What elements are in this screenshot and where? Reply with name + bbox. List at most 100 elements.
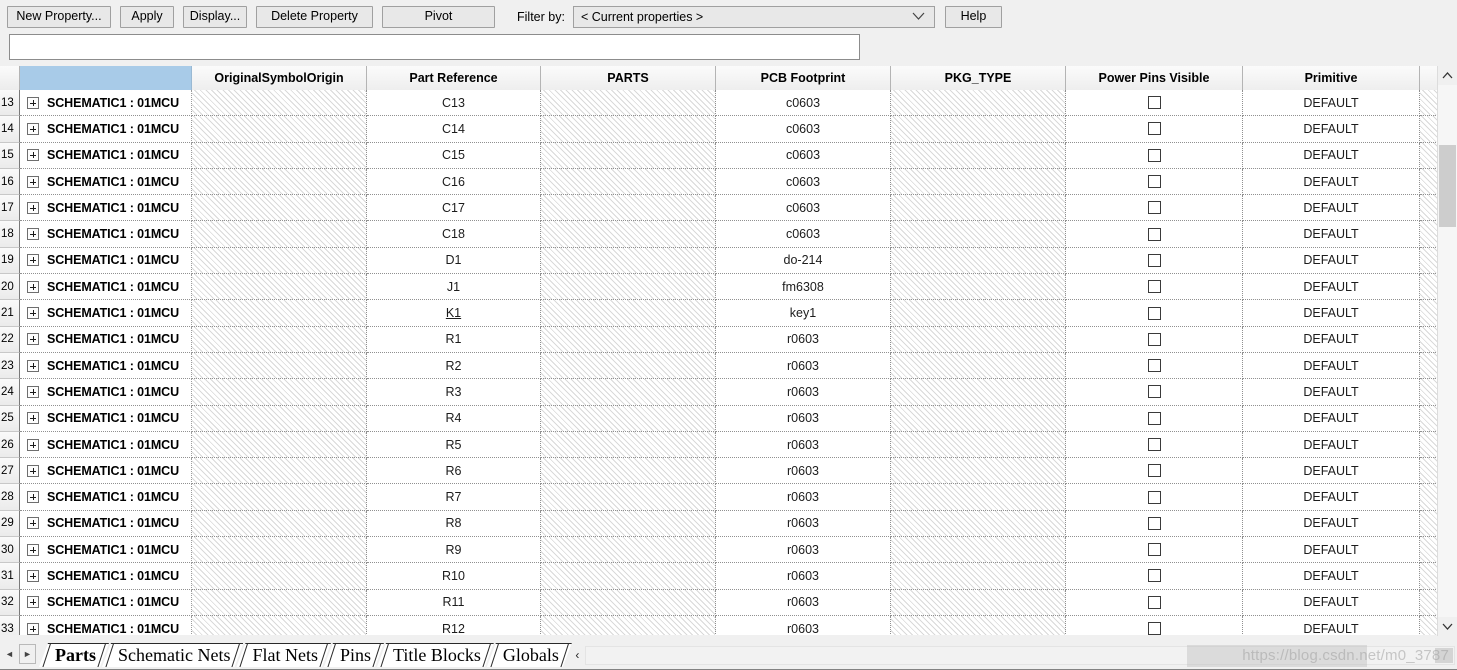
- cell-schematic-name[interactable]: SCHEMATIC1 : 01MCU: [20, 405, 192, 432]
- table-row[interactable]: 23 SCHEMATIC1 : 01MCU R2 r0603 DEFAULT: [0, 352, 1457, 380]
- cell-primitive[interactable]: DEFAULT: [1243, 168, 1420, 196]
- table-row[interactable]: 29 SCHEMATIC1 : 01MCU R8 r0603 DEFAULT: [0, 510, 1457, 538]
- row-number-cell[interactable]: 24: [0, 379, 20, 406]
- tab-title-blocks[interactable]: Title Blocks: [377, 643, 494, 667]
- cell-pcb-footprint[interactable]: r0603: [716, 615, 891, 636]
- cell-schematic-name[interactable]: SCHEMATIC1 : 01MCU: [20, 168, 192, 196]
- new-property-button[interactable]: New Property...: [7, 5, 111, 28]
- cell-power-pins-visible[interactable]: [1066, 195, 1243, 222]
- cell-schematic-name[interactable]: SCHEMATIC1 : 01MCU: [20, 221, 192, 248]
- cell-pcb-footprint[interactable]: c0603: [716, 221, 891, 248]
- cell-part-reference[interactable]: R12: [367, 615, 541, 636]
- power-pins-visible-checkbox[interactable]: [1147, 490, 1161, 504]
- horizontal-scrollbar-track[interactable]: [584, 645, 1455, 665]
- cell-schematic-name[interactable]: SCHEMATIC1 : 01MCU: [20, 274, 192, 301]
- row-number-cell[interactable]: 17: [0, 195, 20, 222]
- cell-power-pins-visible[interactable]: [1066, 274, 1243, 301]
- column-header-origin[interactable]: OriginalSymbolOrigin: [192, 66, 367, 90]
- tab-pins[interactable]: Pins: [324, 643, 384, 667]
- table-row[interactable]: 24 SCHEMATIC1 : 01MCU R3 r0603 DEFAULT: [0, 379, 1457, 406]
- row-number-cell[interactable]: 29: [0, 510, 20, 538]
- cell-part-reference[interactable]: J1: [367, 274, 541, 301]
- help-button[interactable]: Help: [944, 5, 1002, 28]
- power-pins-visible-checkbox[interactable]: [1147, 359, 1161, 373]
- expand-plus-icon[interactable]: [27, 569, 39, 582]
- table-row[interactable]: 25 SCHEMATIC1 : 01MCU R4 r0603 DEFAULT: [0, 405, 1457, 432]
- column-header-footprint[interactable]: PCB Footprint: [716, 66, 891, 90]
- expand-plus-icon[interactable]: [27, 175, 39, 188]
- cell-pcb-footprint[interactable]: r0603: [716, 537, 891, 564]
- cell-power-pins-visible[interactable]: [1066, 247, 1243, 275]
- expand-plus-icon[interactable]: [27, 280, 39, 293]
- cell-schematic-name[interactable]: SCHEMATIC1 : 01MCU: [20, 510, 192, 538]
- pivot-button[interactable]: Pivot: [382, 5, 495, 28]
- cell-pcb-footprint[interactable]: do-214: [716, 247, 891, 275]
- cell-schematic-name[interactable]: SCHEMATIC1 : 01MCU: [20, 142, 192, 169]
- cell-schematic-name[interactable]: SCHEMATIC1 : 01MCU: [20, 589, 192, 616]
- power-pins-visible-checkbox[interactable]: [1147, 227, 1161, 241]
- cell-part-reference[interactable]: C13: [367, 90, 541, 117]
- cell-power-pins-visible[interactable]: [1066, 615, 1243, 636]
- cell-power-pins-visible[interactable]: [1066, 589, 1243, 616]
- power-pins-visible-checkbox[interactable]: [1147, 253, 1161, 267]
- scroll-up-icon[interactable]: [1438, 66, 1457, 85]
- cell-part-reference[interactable]: R9: [367, 537, 541, 564]
- table-row[interactable]: 30 SCHEMATIC1 : 01MCU R9 r0603 DEFAULT: [0, 537, 1457, 564]
- cell-pcb-footprint[interactable]: c0603: [716, 142, 891, 169]
- cell-schematic-name[interactable]: SCHEMATIC1 : 01MCU: [20, 300, 192, 327]
- expand-plus-icon[interactable]: [27, 96, 39, 109]
- cell-part-reference[interactable]: C14: [367, 116, 541, 143]
- cell-power-pins-visible[interactable]: [1066, 431, 1243, 459]
- cell-power-pins-visible[interactable]: [1066, 379, 1243, 406]
- cell-power-pins-visible[interactable]: [1066, 90, 1243, 117]
- cell-pcb-footprint[interactable]: r0603: [716, 431, 891, 459]
- expand-plus-icon[interactable]: [27, 412, 39, 425]
- expand-plus-icon[interactable]: [27, 149, 39, 162]
- table-row[interactable]: 32 SCHEMATIC1 : 01MCU R11 r0603 DEFAULT: [0, 589, 1457, 616]
- cell-power-pins-visible[interactable]: [1066, 510, 1243, 538]
- power-pins-visible-checkbox[interactable]: [1147, 96, 1161, 110]
- expand-plus-icon[interactable]: [27, 201, 39, 214]
- horizontal-scrollbar[interactable]: ‹: [570, 644, 1455, 666]
- display-button[interactable]: Display...: [183, 5, 247, 28]
- power-pins-visible-checkbox[interactable]: [1147, 438, 1161, 451]
- cell-part-reference[interactable]: R11: [367, 589, 541, 616]
- expand-plus-icon[interactable]: [27, 464, 39, 477]
- power-pins-visible-checkbox[interactable]: [1147, 464, 1161, 478]
- cell-primitive[interactable]: DEFAULT: [1243, 300, 1420, 327]
- cell-schematic-name[interactable]: SCHEMATIC1 : 01MCU: [20, 90, 192, 117]
- row-number-cell[interactable]: 14: [0, 116, 20, 143]
- horizontal-scrollbar-thumb[interactable]: [1435, 647, 1453, 663]
- row-number-cell[interactable]: 27: [0, 458, 20, 485]
- cell-power-pins-visible[interactable]: [1066, 168, 1243, 196]
- power-pins-visible-checkbox[interactable]: [1147, 201, 1161, 215]
- row-number-cell[interactable]: 26: [0, 431, 20, 459]
- cell-primitive[interactable]: DEFAULT: [1243, 379, 1420, 406]
- vertical-scrollbar[interactable]: [1437, 66, 1457, 636]
- power-pins-visible-checkbox[interactable]: [1147, 595, 1161, 609]
- cell-part-reference[interactable]: D1: [367, 247, 541, 275]
- cell-part-reference[interactable]: R10: [367, 563, 541, 590]
- cell-primitive[interactable]: DEFAULT: [1243, 537, 1420, 564]
- cell-part-reference[interactable]: R7: [367, 484, 541, 511]
- cell-part-reference[interactable]: C15: [367, 142, 541, 169]
- cell-primitive[interactable]: DEFAULT: [1243, 195, 1420, 222]
- tab-nav-next-icon[interactable]: ►: [19, 644, 36, 664]
- power-pins-visible-checkbox[interactable]: [1147, 122, 1161, 136]
- cell-part-reference[interactable]: R4: [367, 405, 541, 432]
- table-row[interactable]: 19 SCHEMATIC1 : 01MCU D1 do-214 DEFAULT: [0, 247, 1457, 275]
- cell-value-input[interactable]: [9, 34, 860, 60]
- cell-primitive[interactable]: DEFAULT: [1243, 352, 1420, 380]
- power-pins-visible-checkbox[interactable]: [1147, 148, 1161, 162]
- table-row[interactable]: 17 SCHEMATIC1 : 01MCU C17 c0603 DEFAULT: [0, 195, 1457, 222]
- expand-plus-icon[interactable]: [27, 543, 39, 556]
- table-row[interactable]: 13 SCHEMATIC1 : 01MCU C13 c0603 DEFAULT: [0, 90, 1457, 117]
- cell-power-pins-visible[interactable]: [1066, 563, 1243, 590]
- cell-pcb-footprint[interactable]: r0603: [716, 405, 891, 432]
- table-row[interactable]: 28 SCHEMATIC1 : 01MCU R7 r0603 DEFAULT: [0, 484, 1457, 511]
- cell-power-pins-visible[interactable]: [1066, 326, 1243, 353]
- power-pins-visible-checkbox[interactable]: [1147, 280, 1161, 294]
- power-pins-visible-checkbox[interactable]: [1147, 569, 1161, 583]
- cell-schematic-name[interactable]: SCHEMATIC1 : 01MCU: [20, 563, 192, 590]
- filter-by-select[interactable]: < Current properties >: [572, 5, 935, 28]
